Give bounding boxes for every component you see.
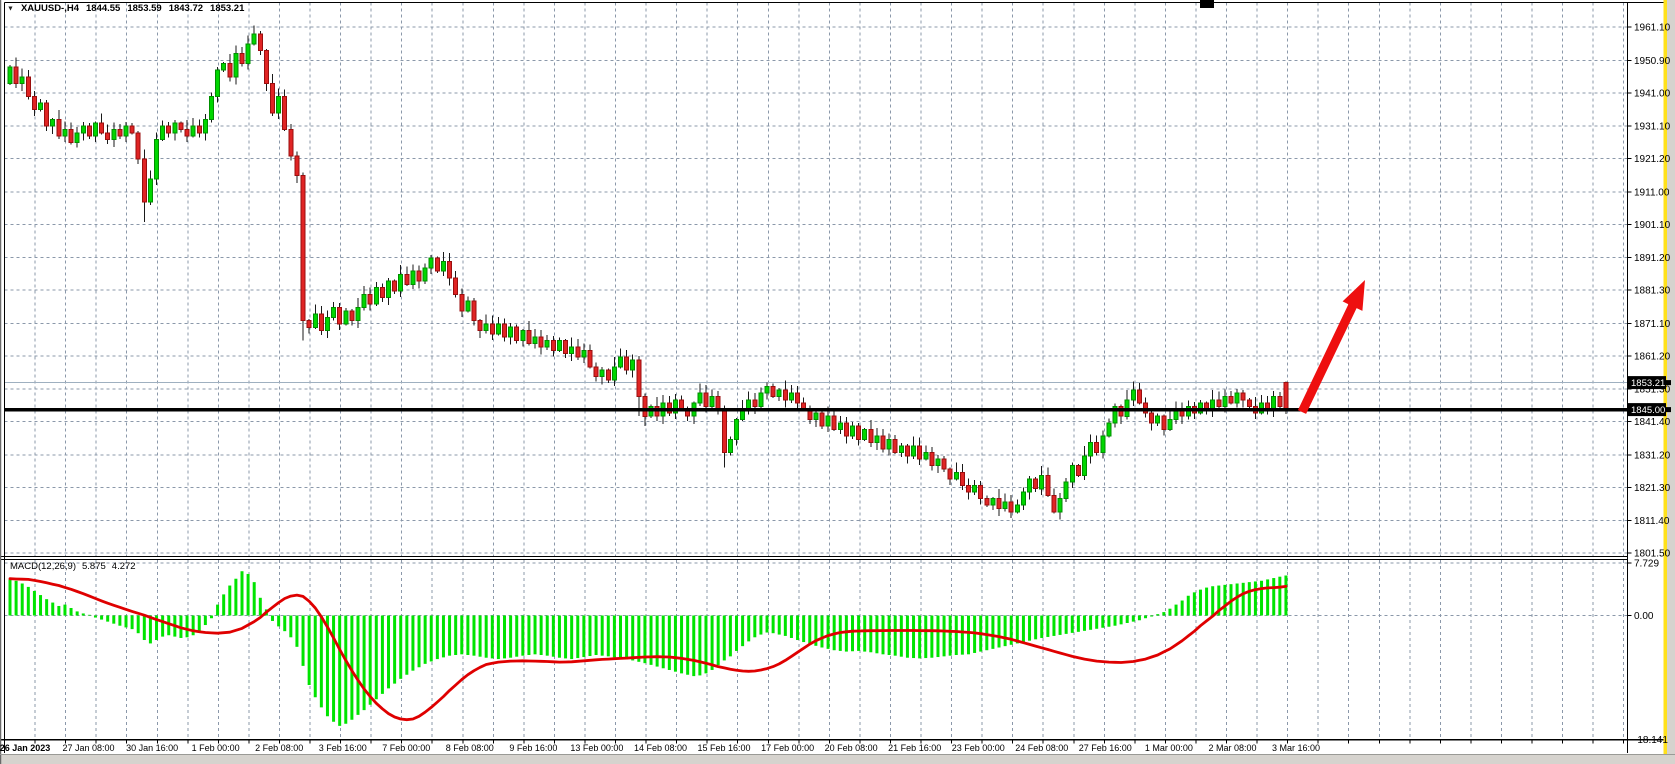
macd-indicator-label: MACD(12,26,9) 5.875 4.272: [10, 561, 136, 572]
svg-text:1941.00: 1941.00: [1634, 89, 1671, 100]
svg-text:1881.30: 1881.30: [1634, 286, 1671, 297]
chart-window: 1961.10 1950.90 1941.00 1931.10 1921.20 1911.…: [0, 0, 1675, 764]
svg-text:24 Feb 08:00: 24 Feb 08:00: [1015, 743, 1068, 753]
chart-title: ▼ XAUUSD-,H4 1844.55 1853.59 1843.72 185…: [7, 3, 244, 14]
svg-text:1 Mar 00:00: 1 Mar 00:00: [1145, 743, 1193, 753]
svg-text:27 Feb 16:00: 27 Feb 16:00: [1079, 743, 1132, 753]
svg-text:17 Feb 00:00: 17 Feb 00:00: [761, 743, 814, 753]
top-marker: [1200, 0, 1214, 8]
ohlc-close: 1853.21: [210, 3, 244, 14]
svg-text:1871.10: 1871.10: [1634, 319, 1671, 330]
svg-text:20 Feb 08:00: 20 Feb 08:00: [825, 743, 878, 753]
svg-text:21 Feb 16:00: 21 Feb 16:00: [888, 743, 941, 753]
svg-text:2 Mar 08:00: 2 Mar 08:00: [1208, 743, 1256, 753]
svg-text:1931.10: 1931.10: [1634, 121, 1671, 132]
macd-name: MACD(12,26,9): [10, 561, 76, 572]
ohlc-low: 1843.72: [169, 3, 203, 14]
svg-text:1911.00: 1911.00: [1634, 188, 1670, 199]
svg-text:1901.10: 1901.10: [1634, 220, 1671, 231]
window-bottom-edge: [0, 755, 1675, 764]
svg-text:1961.10: 1961.10: [1634, 23, 1671, 34]
chart-canvas[interactable]: 1961.10 1950.90 1941.00 1931.10 1921.20 1911.…: [0, 0, 1675, 764]
svg-text:2 Feb 08:00: 2 Feb 08:00: [255, 743, 303, 753]
svg-text:3 Feb 16:00: 3 Feb 16:00: [319, 743, 367, 753]
svg-text:1811.40: 1811.40: [1634, 516, 1670, 527]
svg-text:1831.20: 1831.20: [1634, 451, 1671, 462]
svg-text:0.00: 0.00: [1634, 611, 1654, 622]
current-price-tag: 1853.21: [1628, 376, 1671, 389]
svg-text:1821.30: 1821.30: [1634, 483, 1671, 494]
macd-value: 5.875: [82, 561, 106, 572]
symbol-period-label: XAUUSD-,H4: [21, 3, 79, 14]
svg-text:14 Feb 08:00: 14 Feb 08:00: [634, 743, 687, 753]
svg-text:7 Feb 00:00: 7 Feb 00:00: [382, 743, 430, 753]
svg-text:1845.00: 1845.00: [1631, 405, 1665, 416]
svg-text:8 Feb 08:00: 8 Feb 08:00: [446, 743, 494, 753]
chevron-down-icon[interactable]: ▼: [7, 6, 14, 13]
svg-text:15 Feb 16:00: 15 Feb 16:00: [697, 743, 750, 753]
svg-text:1921.20: 1921.20: [1634, 154, 1671, 165]
svg-text:13 Feb 00:00: 13 Feb 00:00: [570, 743, 623, 753]
svg-text:7.729: 7.729: [1634, 558, 1659, 569]
svg-text:30 Jan 16:00: 30 Jan 16:00: [126, 743, 178, 753]
svg-text:26 Jan 2023: 26 Jan 2023: [0, 743, 50, 753]
hline-price-tag: 1845.00: [1628, 403, 1671, 416]
svg-text:1891.20: 1891.20: [1634, 253, 1671, 264]
svg-text:27 Jan 08:00: 27 Jan 08:00: [62, 743, 114, 753]
svg-text:3 Mar 16:00: 3 Mar 16:00: [1272, 743, 1320, 753]
svg-text:1853.21: 1853.21: [1631, 378, 1665, 389]
macd-signal-value: 4.272: [112, 561, 136, 572]
svg-text:1950.90: 1950.90: [1634, 56, 1671, 67]
svg-text:1841.40: 1841.40: [1634, 417, 1671, 428]
svg-text:1861.20: 1861.20: [1634, 352, 1671, 363]
svg-text:9 Feb 16:00: 9 Feb 16:00: [509, 743, 557, 753]
ohlc-high: 1853.59: [127, 3, 161, 14]
ohlc-open: 1844.55: [86, 3, 120, 14]
svg-text:-18.141: -18.141: [1634, 735, 1668, 746]
svg-text:23 Feb 00:00: 23 Feb 00:00: [952, 743, 1005, 753]
svg-text:1 Feb 00:00: 1 Feb 00:00: [192, 743, 240, 753]
